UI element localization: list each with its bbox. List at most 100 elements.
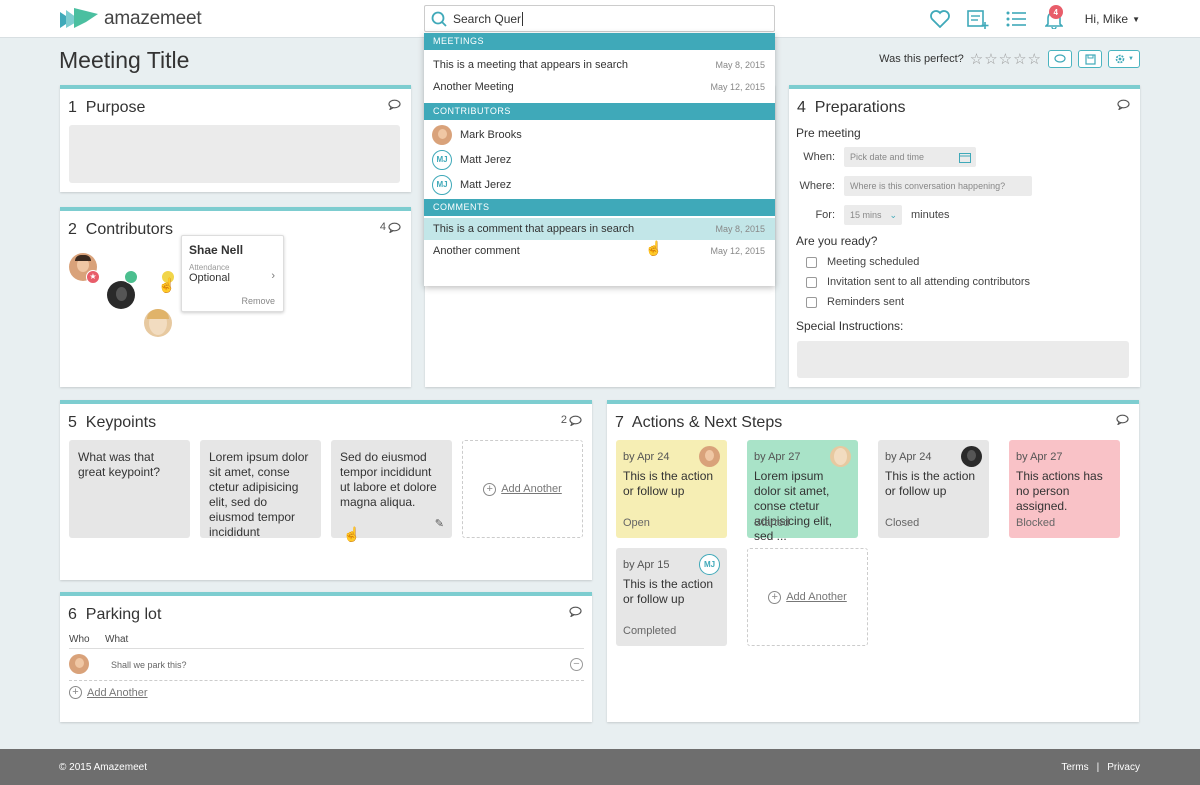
contributor-name: Mark Brooks <box>460 128 522 141</box>
add-label: Add Another <box>501 483 562 495</box>
avatar <box>961 446 982 467</box>
notification-badge: 4 <box>1048 5 1063 19</box>
privacy-link[interactable]: Privacy <box>1107 762 1140 773</box>
checkbox[interactable] <box>806 276 817 288</box>
pencil-icon[interactable]: ✎ <box>435 517 444 532</box>
heart-icon <box>929 10 950 28</box>
checklist-item[interactable]: Invitation sent to all attending contrib… <box>806 272 1030 292</box>
action-item[interactable]: by Apr 27 Lorem ipsum dolor sit amet, co… <box>747 440 858 543</box>
result-title: This is a meeting that appears in search <box>433 59 629 71</box>
attendance-label: Attendance <box>189 263 230 272</box>
where-placeholder: Where is this conversation happening? <box>850 181 1006 191</box>
keypoint-card[interactable]: What was that great keypoint? <box>69 440 190 538</box>
action-item[interactable]: by Apr 27 This actions has no person ass… <box>1009 440 1120 538</box>
add-note-icon <box>966 10 989 29</box>
search-result-comment[interactable]: This is a comment that appears in search… <box>424 218 775 240</box>
keypoint-card[interactable]: Lorem ipsum dolor sit amet, conse ctetur… <box>200 440 321 539</box>
user-greeting: Hi, Mike <box>1084 12 1129 26</box>
comments-button[interactable]: 4 <box>380 221 401 233</box>
favorites-button[interactable] <box>929 8 951 30</box>
action-status: Started <box>754 517 790 529</box>
card-title: 2 Contributors <box>68 221 173 238</box>
logo[interactable]: amazemeet <box>60 6 202 32</box>
search-result-meeting[interactable]: Another Meeting May 12, 2015 <box>424 76 775 98</box>
comments-button[interactable] <box>388 99 401 110</box>
checklist-item[interactable]: Reminders sent <box>806 292 1030 312</box>
purpose-input[interactable] <box>69 125 400 183</box>
keypoints-card: 5 Keypoints 2 What was that great keypoi… <box>60 400 592 580</box>
search-result-contributor[interactable]: MJ Matt Jerez <box>424 172 775 197</box>
search-input[interactable]: Search Quer <box>424 5 775 32</box>
where-input[interactable]: Where is this conversation happening? <box>844 176 1032 196</box>
add-action-button[interactable]: + Add Another <box>747 548 868 646</box>
comment-button[interactable] <box>1048 50 1072 68</box>
ready-checklist: Meeting scheduled Invitation sent to all… <box>806 252 1030 312</box>
action-due: by Apr 27 <box>1016 451 1063 463</box>
keypoint-card[interactable]: Sed do eiusmod tempor incididunt ut labo… <box>331 440 452 542</box>
initials-avatar: MJ <box>432 174 452 195</box>
search-result-contributor[interactable]: MJ Matt Jerez <box>424 147 775 172</box>
calendar-icon[interactable] <box>959 152 971 163</box>
comments-button[interactable] <box>1116 414 1129 425</box>
organizer-badge-icon: ★ <box>86 270 100 284</box>
checkbox[interactable] <box>806 256 817 268</box>
user-menu[interactable]: Hi, Mike ▼ <box>1085 12 1140 26</box>
chevron-right-icon[interactable]: › <box>271 270 275 282</box>
result-title: Another comment <box>433 245 520 257</box>
chevron-down-icon: ⌄ <box>889 209 897 220</box>
result-title: This is a comment that appears in search <box>433 223 635 235</box>
star-rating[interactable]: ☆☆☆☆☆ <box>970 50 1042 68</box>
search-result-comment[interactable]: Another comment May 12, 2015 <box>424 240 775 262</box>
notifications-button[interactable]: 4 <box>1043 5 1065 30</box>
save-button[interactable] <box>1078 50 1102 68</box>
remove-link[interactable]: Remove <box>241 296 275 306</box>
chevron-down-icon: ▼ <box>1132 14 1140 24</box>
contributors-header: CONTRIBUTORS <box>424 103 775 120</box>
action-item[interactable]: by Apr 24 This is the action or follow u… <box>878 440 989 538</box>
hand-cursor-icon: ☝ <box>645 240 663 256</box>
checklist-item[interactable]: Meeting scheduled <box>806 252 1030 272</box>
plus-icon: + <box>483 482 497 496</box>
contributor-name: Matt Jerez <box>460 178 512 191</box>
avatar[interactable] <box>144 309 172 337</box>
checkbox-label: Invitation sent to all attending contrib… <box>827 276 1031 288</box>
copyright: © 2015 Amazemeet <box>59 761 147 773</box>
add-keypoint-button[interactable]: + Add Another <box>462 440 583 538</box>
parking-item-text[interactable]: Shall we park this? <box>111 660 187 670</box>
add-parking-item-button[interactable]: + Add Another <box>69 686 148 699</box>
preparations-card: 4 Preparations Pre meeting When: Pick da… <box>789 85 1140 387</box>
comments-button[interactable] <box>1117 99 1130 110</box>
avatar[interactable] <box>107 281 135 309</box>
action-item[interactable]: by Apr 24 This is the action or follow u… <box>616 440 727 538</box>
comments-button[interactable]: 2 <box>561 414 582 426</box>
action-status: Completed <box>623 625 677 637</box>
card-title: 7 Actions & Next Steps <box>615 414 783 431</box>
text-caret <box>522 11 524 26</box>
checkbox[interactable] <box>806 296 817 308</box>
new-meeting-button[interactable] <box>966 8 989 30</box>
search-result-contributor[interactable]: Mark Brooks <box>424 122 775 147</box>
remove-item-icon[interactable]: − <box>570 658 583 671</box>
action-item[interactable]: by Apr 15 This is the action or follow u… <box>616 548 727 646</box>
special-instructions-input[interactable] <box>797 341 1129 378</box>
list-button[interactable] <box>1005 8 1027 30</box>
comment-icon <box>1116 414 1129 425</box>
action-text: Lorem ipsum dolor sit amet, conse ctetur… <box>754 469 833 543</box>
rating-toolbar: Was this perfect? ☆☆☆☆☆ ▼ <box>879 50 1140 68</box>
meetings-header: MEETINGS <box>424 33 775 50</box>
comment-icon <box>388 222 401 233</box>
gear-icon <box>1115 54 1125 64</box>
terms-link[interactable]: Terms <box>1061 762 1088 773</box>
column-header-who: Who <box>69 634 90 645</box>
when-input[interactable]: Pick date and time <box>844 147 976 167</box>
attendance-value[interactable]: Optional <box>189 272 230 284</box>
search-result-meeting[interactable]: This is a meeting that appears in search… <box>424 54 775 76</box>
card-title: 1 Purpose <box>68 99 146 116</box>
settings-button[interactable]: ▼ <box>1108 50 1140 68</box>
comments-button[interactable] <box>569 606 582 617</box>
comments-header: COMMENTS <box>424 199 775 216</box>
popover-name: Shae Nell <box>189 243 244 257</box>
duration-select[interactable]: 15 mins ⌄ <box>844 205 902 225</box>
logo-text: amazemeet <box>104 8 202 29</box>
avatar <box>830 446 851 467</box>
